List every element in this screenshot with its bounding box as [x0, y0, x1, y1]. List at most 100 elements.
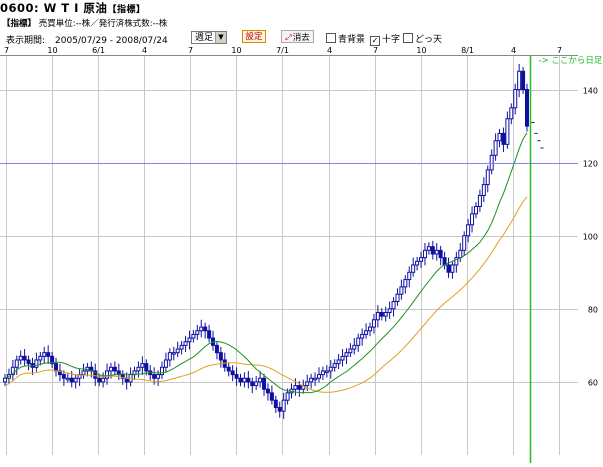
candle-down — [379, 311, 384, 317]
candle-up — [34, 359, 39, 368]
candle-up — [399, 286, 404, 295]
candle-up — [371, 319, 376, 328]
candle-down — [26, 359, 31, 365]
candle-up — [517, 70, 522, 91]
x-tick-label: 4 — [327, 46, 332, 55]
candle-up — [348, 348, 353, 354]
candle-down — [226, 366, 231, 372]
candle-down — [246, 377, 251, 383]
chart-svg[interactable]: 7 10 6/1 4 7 10 7/1 4 7 10 8/1 4 7 60 80 100 120 140 -> ここ… — [0, 45, 603, 463]
candle-down — [218, 352, 223, 361]
candle-up — [3, 377, 7, 383]
erase-button[interactable]: ⤢消去 — [281, 30, 314, 43]
candle-down — [46, 352, 51, 357]
candle-up — [387, 308, 392, 313]
candle-up — [156, 374, 161, 379]
candle-up — [73, 377, 78, 383]
candle-up — [356, 337, 361, 346]
candle-up — [415, 260, 420, 266]
candle-up — [419, 257, 424, 262]
candle-up — [281, 399, 286, 412]
candle-up — [332, 363, 337, 368]
candle-up — [183, 341, 188, 346]
erase-button-label: 消去 — [292, 33, 310, 43]
x-tick-label: 4 — [142, 46, 147, 55]
candle-up — [309, 377, 314, 383]
candle-up — [285, 392, 290, 401]
candle-up — [426, 246, 431, 251]
candle-up — [422, 249, 427, 259]
candle-up — [328, 366, 333, 372]
page-title: 0600: W T I 原油【指標】 — [0, 0, 145, 18]
doten-checkbox[interactable]: どっ天 — [403, 32, 442, 45]
candle-down — [446, 264, 451, 273]
candle-down — [438, 249, 443, 259]
candle-down — [277, 406, 282, 412]
candle-up — [191, 333, 196, 339]
candle-up — [497, 132, 502, 142]
subtitle-line: 【指標】 売買単位:--株／発行済株式数:--株 — [2, 17, 167, 29]
x-tick-label: 7 — [188, 46, 193, 55]
candle-up — [407, 271, 412, 281]
subtitle-tag: 【指標】 — [2, 19, 37, 29]
trading-unit-text: 売買単位:--株／発行済株式数:--株 — [38, 19, 168, 29]
checkbox-blue-background[interactable] — [326, 33, 336, 43]
candle-up — [513, 89, 518, 109]
candle-down — [144, 363, 149, 372]
checkbox-label-crosshair: 十字 — [382, 35, 401, 45]
candle-up — [14, 359, 19, 368]
candle-down — [273, 399, 278, 408]
candle-up — [159, 366, 164, 376]
title-tag: 【指標】 — [107, 5, 146, 15]
y-tick-label: 80 — [588, 306, 598, 315]
crosshair-checkbox[interactable]: ✓ 十字 — [370, 32, 400, 46]
x-tick-label: 6/1 — [92, 46, 105, 55]
candle-up — [473, 205, 478, 215]
x-tick-label: 7 — [4, 46, 9, 55]
candle-down — [250, 381, 255, 387]
candle-up — [391, 301, 396, 310]
period-select[interactable]: 週足 ▼ — [191, 31, 227, 44]
y-tick-label: 140 — [583, 87, 598, 96]
price-chart[interactable]: 7 10 6/1 4 7 10 7/1 4 7 10 8/1 4 7 60 80 100 120 140 -> ここ… — [0, 45, 603, 463]
candle-down — [112, 366, 117, 372]
daily-start-marker-label: -> ここから日足 — [539, 56, 603, 66]
x-tick-label: 7/1 — [276, 46, 289, 55]
candle-up — [458, 249, 463, 259]
candle-up — [470, 213, 475, 226]
settings-button[interactable]: 設定 — [242, 30, 266, 43]
moving-average-short — [4, 132, 528, 394]
candle-up — [324, 370, 329, 373]
checkbox-label-blue-background: 青背景 — [338, 35, 366, 45]
candle-down — [297, 385, 302, 390]
moving-average-long — [4, 196, 528, 393]
candle-up — [485, 169, 490, 186]
candle-up — [450, 264, 455, 273]
candle-up — [105, 370, 110, 379]
candle-up — [199, 326, 204, 332]
candle-up — [101, 377, 106, 383]
candle-up — [42, 352, 47, 357]
blue-background-checkbox[interactable]: 青背景 — [326, 32, 365, 45]
checkbox-doten[interactable] — [403, 33, 413, 43]
candle-up — [466, 224, 471, 237]
dropdown-arrow-icon[interactable]: ▼ — [215, 32, 226, 43]
candle-down — [525, 89, 529, 127]
y-tick-label: 120 — [583, 160, 598, 169]
candle-up — [305, 381, 310, 387]
candle-down — [238, 377, 243, 383]
candle-up — [403, 279, 408, 288]
candle-up — [242, 377, 247, 383]
period-select-value: 週足 — [195, 33, 214, 43]
candle-up — [493, 140, 498, 156]
candle-up — [477, 195, 482, 207]
candle-up — [383, 311, 388, 317]
candle-up — [375, 311, 380, 321]
candle-down — [230, 370, 235, 376]
candle-up — [81, 370, 86, 376]
candle-down — [203, 326, 208, 332]
candle-down — [234, 374, 239, 379]
x-tick-label: 10 — [416, 46, 426, 55]
candle-up — [179, 344, 184, 350]
candle-down — [501, 132, 506, 145]
